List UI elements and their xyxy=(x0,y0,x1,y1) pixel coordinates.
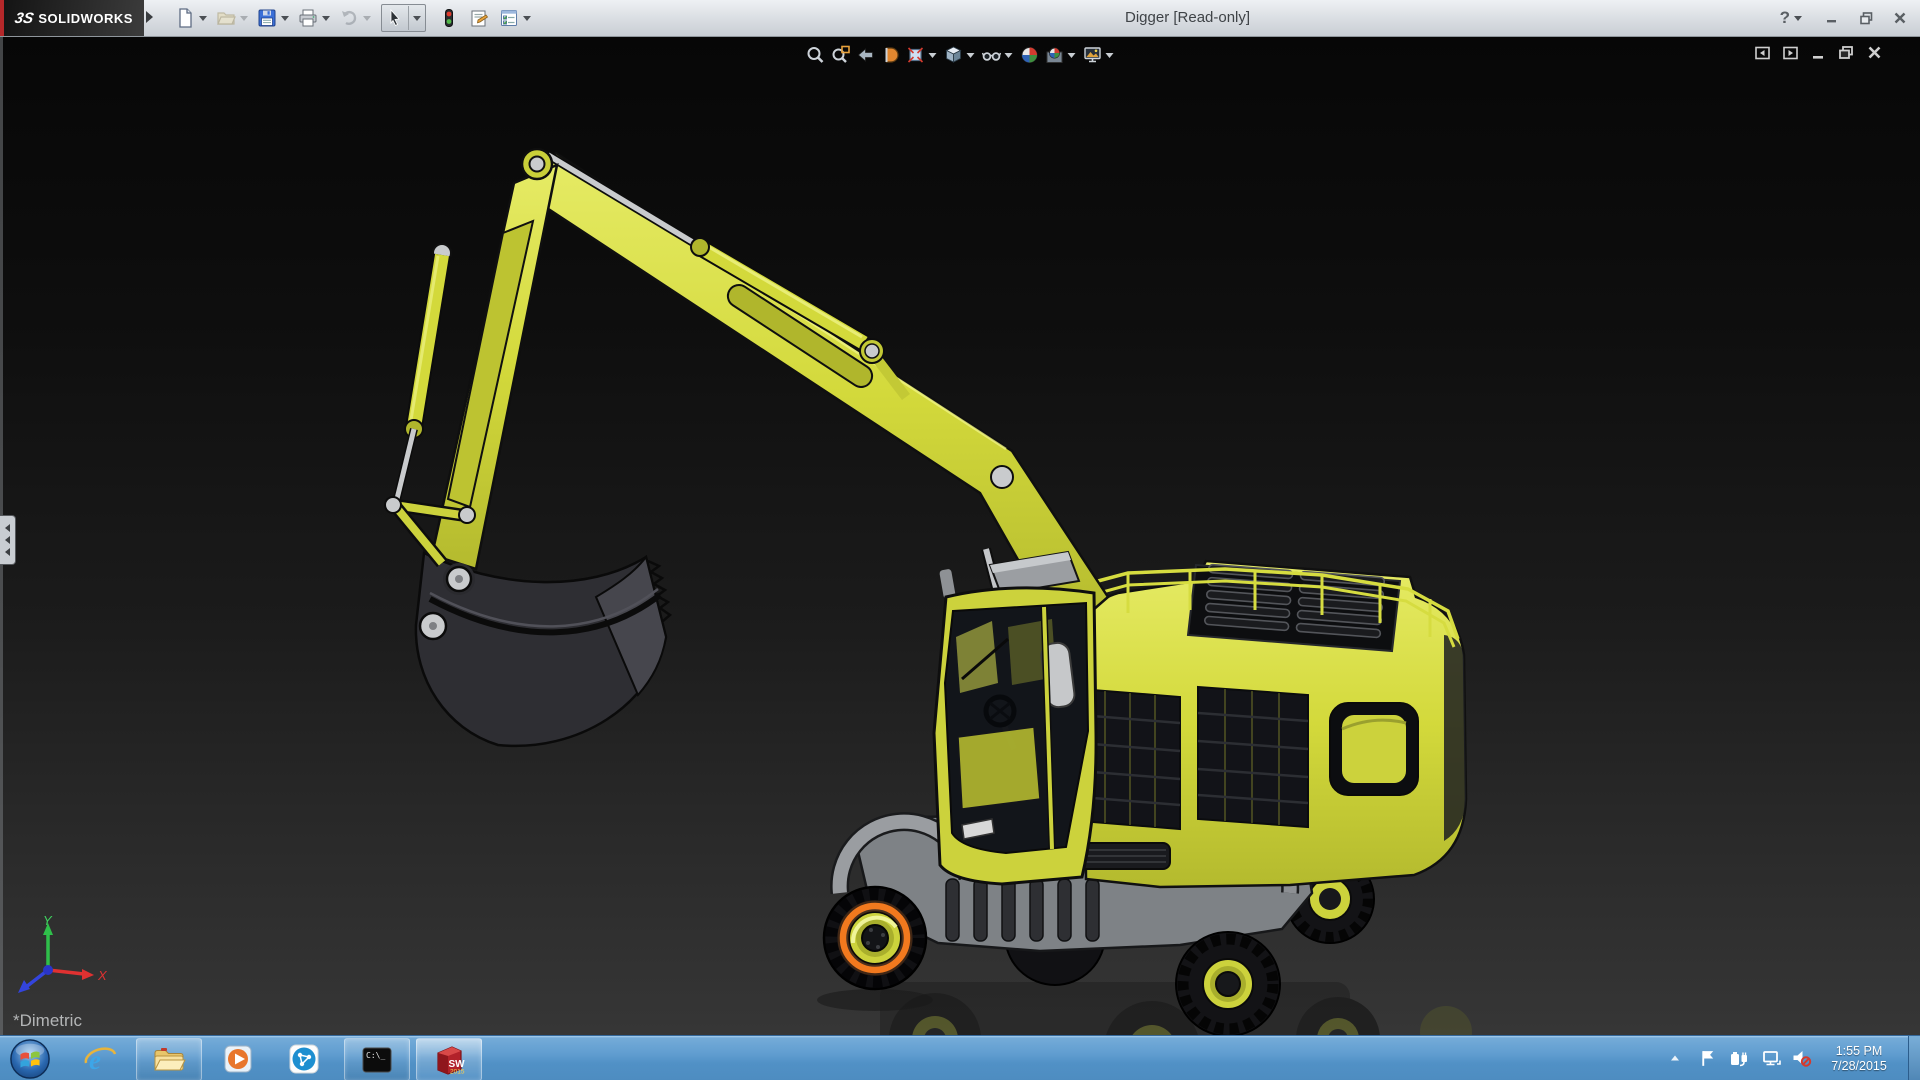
options-dropdown[interactable] xyxy=(523,15,531,21)
solidworks-wordmark: SOLIDWORKS xyxy=(38,10,133,26)
titlebar[interactable]: 3S SOLIDWORKS Digger [Read-only] ? xyxy=(0,0,1920,37)
print-icon xyxy=(299,9,317,27)
show-desktop-button[interactable] xyxy=(1908,1036,1920,1080)
rebuild-button[interactable] xyxy=(436,6,462,30)
print-dropdown[interactable] xyxy=(322,15,330,21)
menu-flyout-arrow-icon[interactable] xyxy=(146,11,153,23)
options-icon xyxy=(501,10,517,26)
save-floppy-icon xyxy=(258,9,276,27)
svg-text:2015: 2015 xyxy=(450,1068,465,1075)
help-button[interactable]: ? xyxy=(1780,8,1808,28)
new-document-icon xyxy=(179,8,192,28)
show-hidden-icons-button[interactable] xyxy=(1664,1047,1686,1069)
view-orientation-label: *Dimetric xyxy=(13,1011,82,1030)
svg-text:C:\_: C:\_ xyxy=(366,1051,385,1060)
open-button[interactable] xyxy=(213,6,239,30)
help-dropdown[interactable] xyxy=(1794,15,1802,21)
undo-icon xyxy=(342,10,357,25)
solidworks-2015-icon: SW 2015 xyxy=(437,1045,465,1075)
tray-clock[interactable]: 1:55 PM 7/28/2015 xyxy=(1816,1036,1902,1080)
file-properties-button[interactable] xyxy=(466,6,492,30)
tray-time: 1:55 PM xyxy=(1835,1044,1883,1058)
new-document-dropdown[interactable] xyxy=(199,15,207,21)
front-left-wheel[interactable] xyxy=(822,885,928,991)
network-icon xyxy=(1763,1051,1781,1066)
close-icon xyxy=(1894,12,1906,24)
taskbar-command-prompt[interactable]: C:\_ xyxy=(344,1038,410,1080)
command-prompt-icon: C:\_ xyxy=(362,1047,392,1072)
close-button[interactable] xyxy=(1890,8,1910,28)
window-title: Digger [Read-only] xyxy=(1125,9,1251,26)
power-tray-button[interactable] xyxy=(1728,1047,1750,1069)
dipper-arm[interactable] xyxy=(430,147,559,571)
internet-explorer-icon: e xyxy=(84,1045,117,1075)
volume-muted-icon xyxy=(1793,1051,1812,1067)
floor-reflection xyxy=(817,982,1472,1035)
taskbar-communicator-app[interactable] xyxy=(282,1038,326,1079)
excavator-model[interactable] xyxy=(0,37,1920,1035)
save-dropdown[interactable] xyxy=(281,15,289,21)
app-window-controls: ? xyxy=(1780,0,1910,36)
select-cursor-icon xyxy=(390,9,400,27)
undo-button[interactable] xyxy=(336,6,362,30)
print-button[interactable] xyxy=(295,6,321,30)
windows-explorer-icon xyxy=(154,1047,186,1070)
media-player-icon xyxy=(224,1045,252,1072)
restore-icon xyxy=(1859,11,1872,24)
start-button[interactable] xyxy=(6,1038,54,1079)
new-document-button[interactable] xyxy=(172,6,198,30)
open-folder-icon xyxy=(217,12,236,25)
taskbar-internet-explorer[interactable]: e xyxy=(78,1038,122,1079)
communicator-app-icon xyxy=(289,1044,319,1073)
taskbar-solidworks[interactable]: SW 2015 xyxy=(416,1038,482,1080)
tray-date: 7/28/2015 xyxy=(1831,1059,1887,1073)
save-button[interactable] xyxy=(254,6,280,30)
rear-wheel[interactable] xyxy=(1175,931,1281,1035)
undo-dropdown[interactable] xyxy=(363,15,371,21)
file-properties-icon xyxy=(471,10,489,27)
select-button[interactable] xyxy=(382,6,408,30)
action-center-button[interactable] xyxy=(1697,1047,1719,1069)
restore-button[interactable] xyxy=(1856,8,1876,28)
rebuild-traffic-light-icon xyxy=(445,9,453,27)
taskbar: e C:\_ SW 2015 1:55 PM 7/28/2015 xyxy=(0,1035,1920,1080)
taskbar-media-player[interactable] xyxy=(216,1038,260,1079)
chevron-up-icon xyxy=(1671,1055,1679,1061)
open-dropdown[interactable] xyxy=(240,15,248,21)
flag-icon xyxy=(1701,1050,1713,1066)
taskbar-windows-explorer[interactable] xyxy=(136,1038,202,1080)
windows-start-icon xyxy=(10,1038,50,1079)
cab[interactable] xyxy=(932,586,1098,886)
volume-tray-button[interactable] xyxy=(1790,1047,1812,1069)
minimize-icon xyxy=(1827,20,1836,23)
triad-x-label: X xyxy=(97,968,108,983)
3ds-logo-mark: 3S xyxy=(13,9,36,27)
select-tool-group xyxy=(381,4,426,32)
graphics-viewport[interactable]: Y X *Dimetric xyxy=(0,37,1920,1035)
options-button[interactable] xyxy=(496,6,522,30)
standard-toolbar xyxy=(172,4,537,32)
screen: 3S SOLIDWORKS Digger [Read-only] ? Y X *… xyxy=(0,0,1920,1080)
minimize-button[interactable] xyxy=(1822,8,1842,28)
network-tray-button[interactable] xyxy=(1760,1047,1782,1069)
select-dropdown[interactable] xyxy=(413,15,421,21)
power-plug-icon xyxy=(1731,1052,1747,1067)
solidworks-logo: 3S SOLIDWORKS xyxy=(4,0,144,36)
triad-y-label: Y xyxy=(43,915,53,928)
reference-triad: Y X xyxy=(18,915,108,993)
